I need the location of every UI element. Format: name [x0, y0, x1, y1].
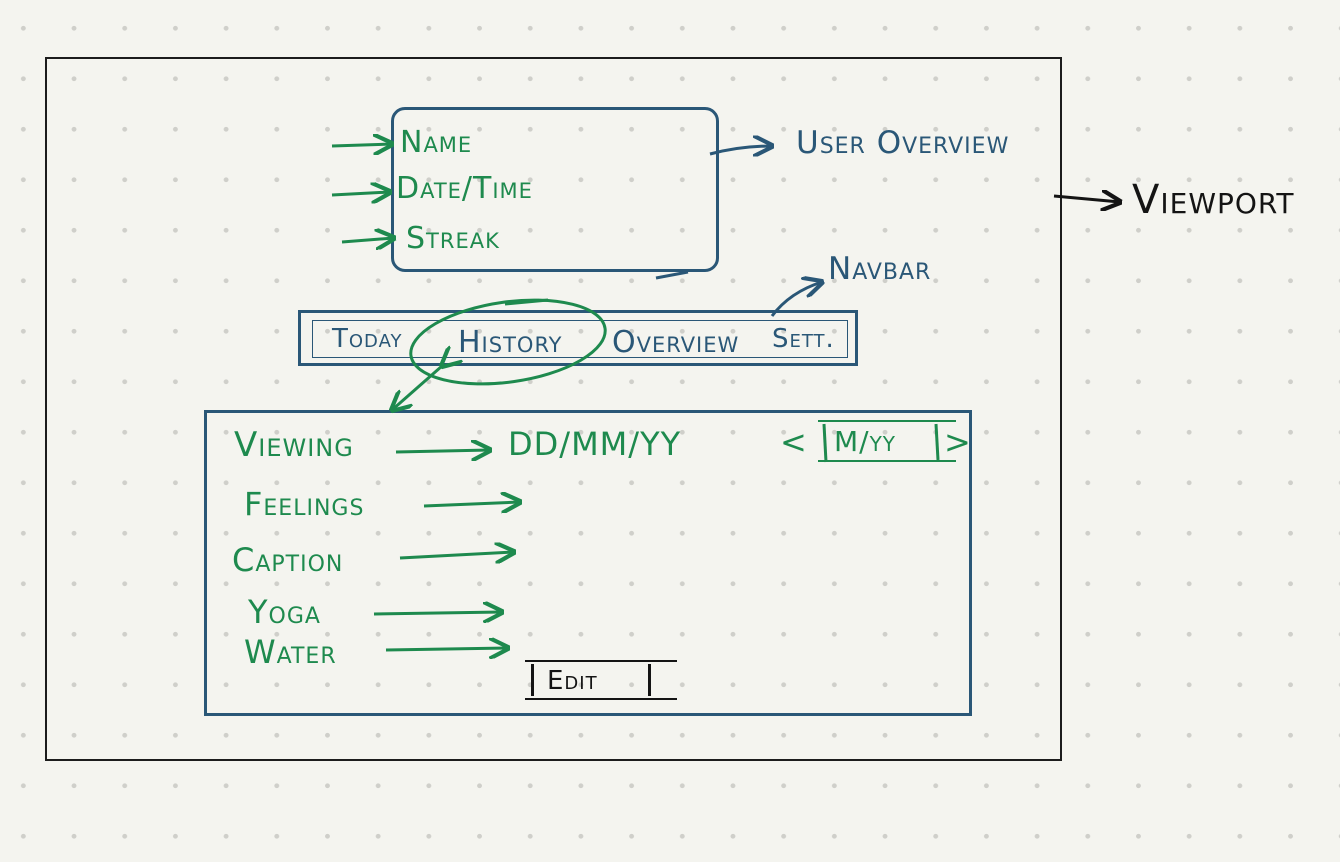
arrow-viewport	[1053, 196, 1120, 202]
field-feelings: Feelings	[244, 485, 365, 523]
viewing-label: Viewing	[234, 425, 354, 465]
tab-history[interactable]: History	[458, 328, 563, 358]
date-format-value: DD/MM/YY	[508, 425, 682, 463]
field-caption: Caption	[232, 541, 344, 579]
month-picker-value: M/yy	[834, 425, 897, 458]
navbar-label: Navbar	[828, 251, 932, 287]
tab-today[interactable]: Today	[332, 326, 403, 352]
tab-settings[interactable]: Sett.	[772, 326, 835, 352]
viewport-label: Viewport	[1132, 177, 1295, 223]
edit-button-label: Edit	[547, 666, 598, 696]
field-water: Water	[244, 633, 337, 671]
field-streak: Streak	[406, 221, 500, 256]
edit-bracket-left	[531, 664, 534, 696]
user-overview-label: User Overview	[796, 125, 1010, 161]
month-next-button[interactable]: >	[944, 426, 972, 458]
tab-overview[interactable]: Overview	[612, 328, 739, 358]
edit-button[interactable]: Edit	[525, 660, 677, 700]
field-date-time: Date/Time	[396, 171, 533, 206]
edit-bracket-right	[648, 664, 651, 696]
month-prev-button[interactable]: <	[780, 426, 808, 458]
field-yoga: Yoga	[248, 593, 321, 631]
field-name: Name	[400, 125, 473, 160]
